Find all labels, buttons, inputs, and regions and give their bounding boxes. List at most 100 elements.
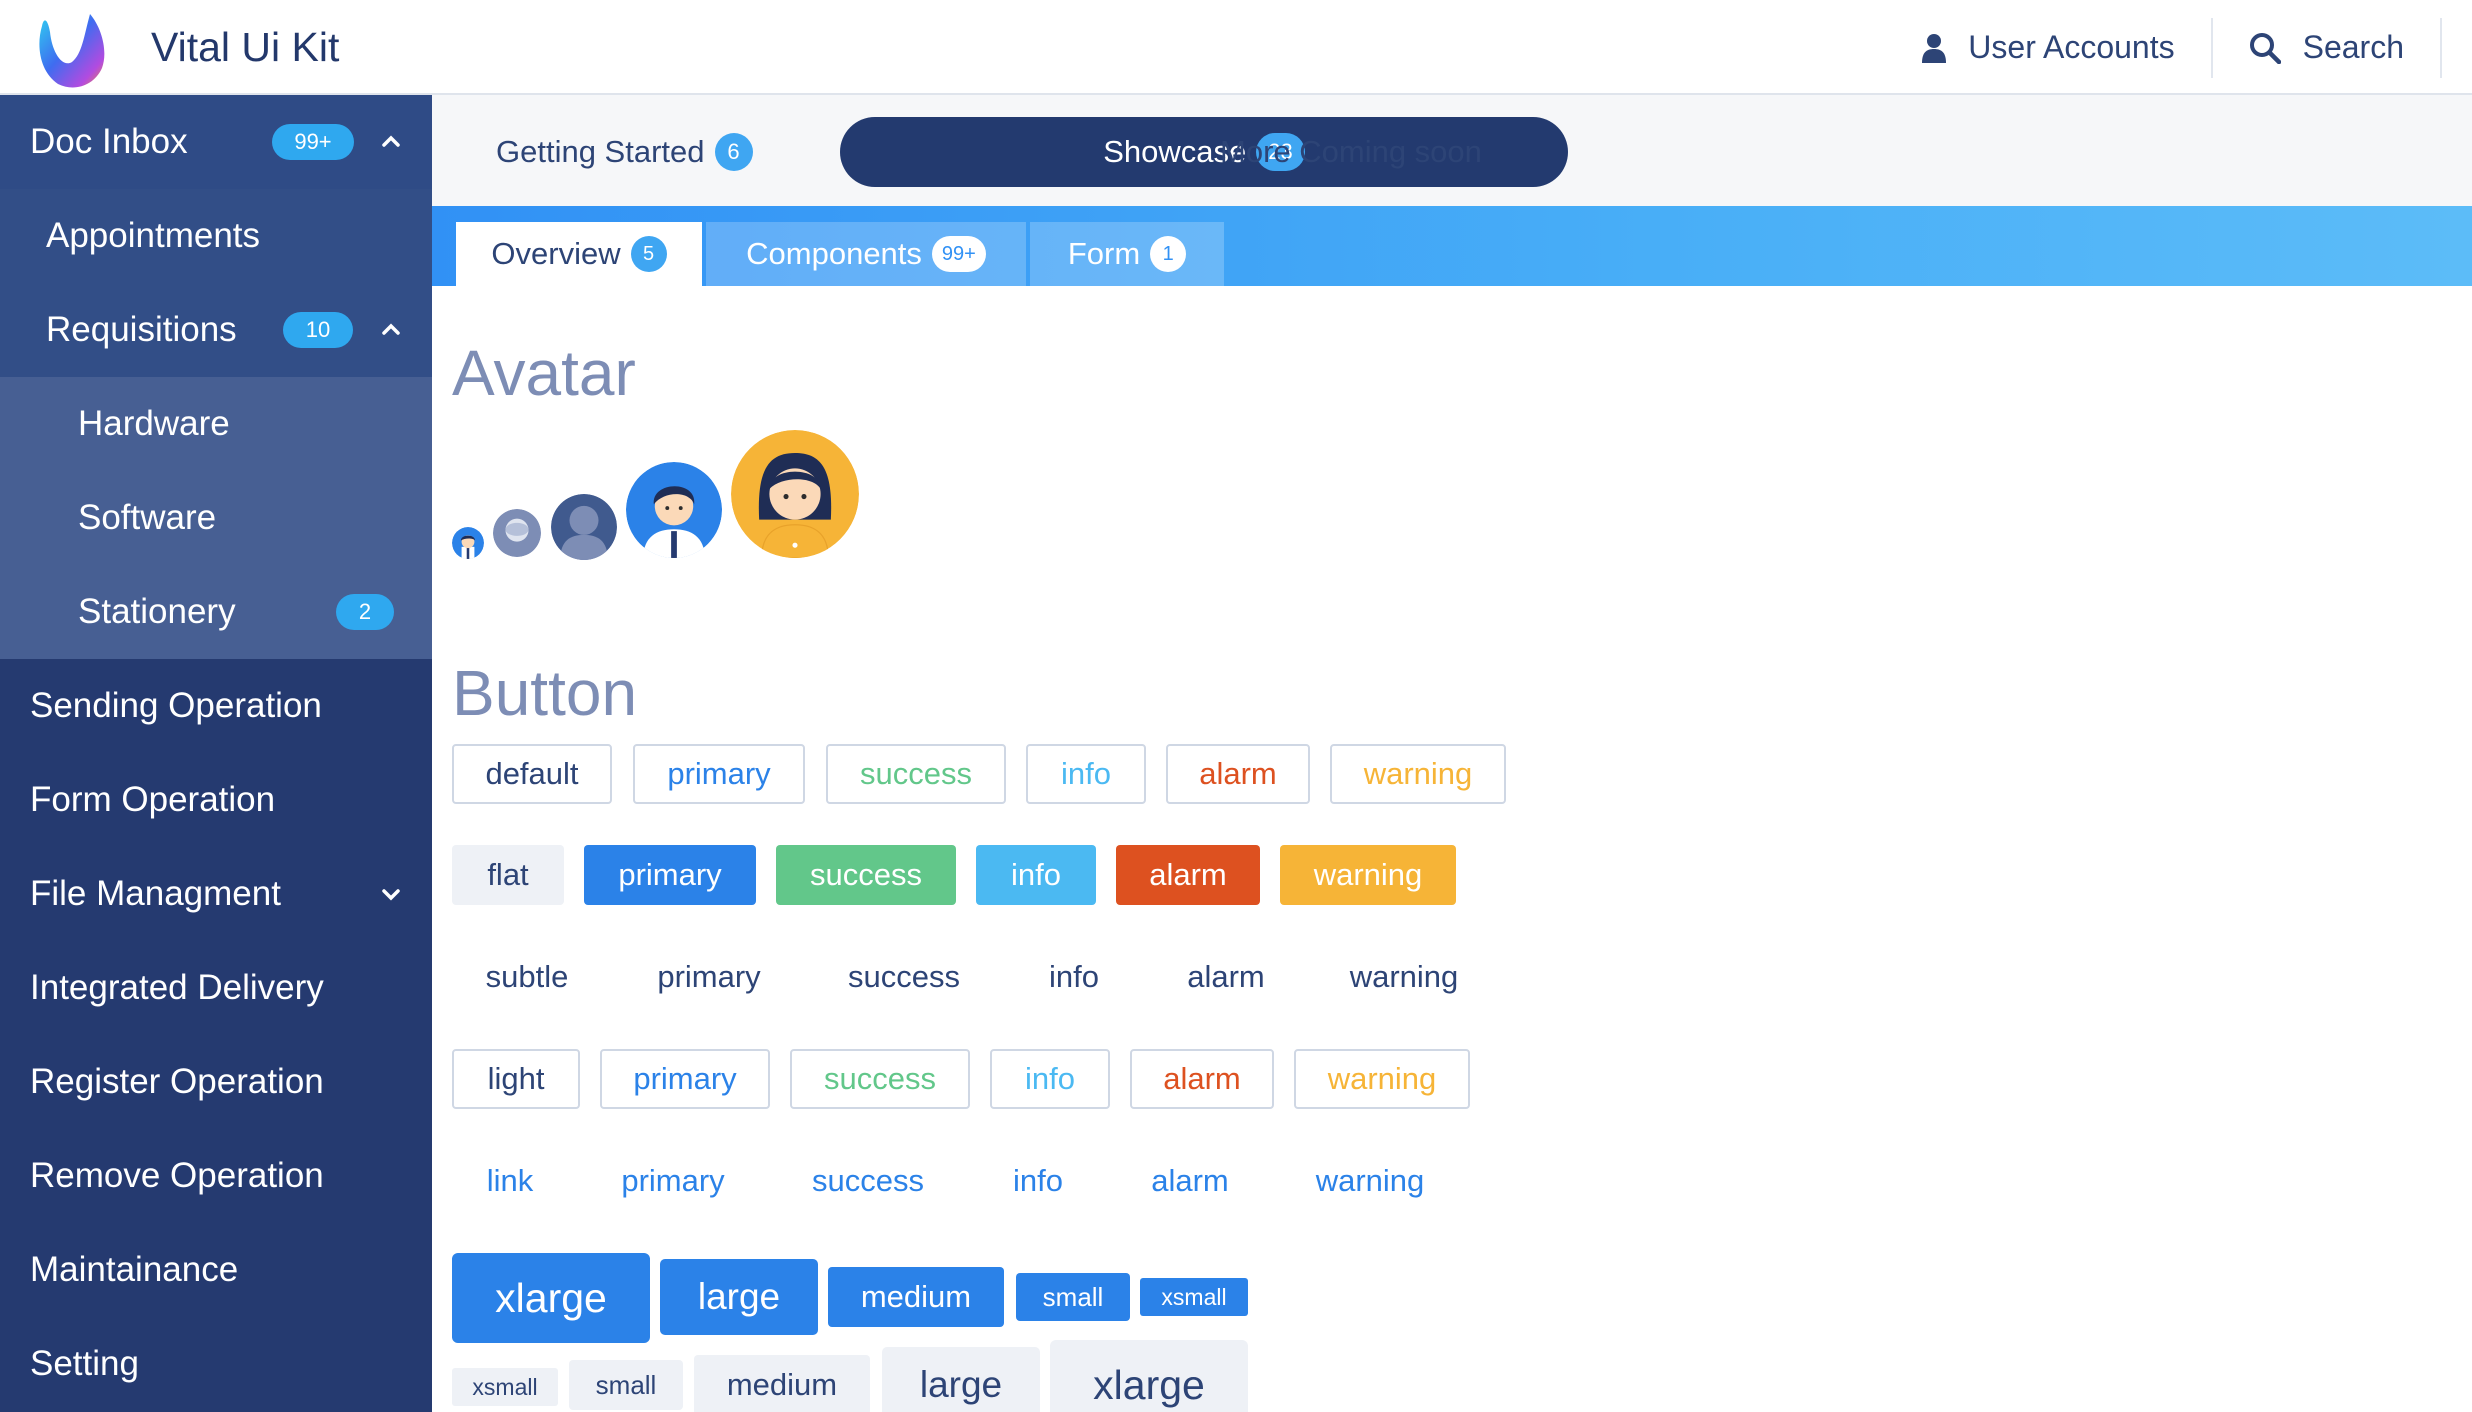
sidebar-item-label: Form Operation — [30, 780, 276, 819]
tab-more-coming-soon[interactable]: More Coming soon — [1220, 117, 1482, 187]
subtle-success-button[interactable]: success — [816, 947, 992, 1007]
flat-info-button[interactable]: info — [976, 845, 1096, 905]
flat-success-button[interactable]: success — [776, 845, 956, 905]
light-info-button[interactable]: info — [990, 1049, 1110, 1109]
tab-getting-started[interactable]: Getting Started 6 — [496, 117, 753, 187]
sidebar-item-label: Stationery — [78, 592, 236, 631]
avatar-medium — [551, 494, 617, 560]
subtab-form[interactable]: Form 1 — [1030, 222, 1224, 286]
link-info-button[interactable]: info — [978, 1151, 1098, 1211]
light-warning-button[interactable]: warning — [1294, 1049, 1470, 1109]
default-small-button[interactable]: small — [569, 1360, 683, 1410]
sub-tabs: Overview 5 Components 99+ Form 1 — [432, 206, 2472, 286]
user-accounts-label: User Accounts — [1968, 29, 2175, 65]
light-alarm-button[interactable]: alarm — [1130, 1049, 1274, 1109]
light-default-button[interactable]: light — [452, 1049, 580, 1109]
search-link[interactable]: Search — [2213, 18, 2440, 78]
sidebar-item-label: Software — [78, 498, 217, 537]
search-label: Search — [2302, 29, 2404, 65]
primary-small-button[interactable]: small — [1016, 1273, 1130, 1321]
search-icon — [2249, 32, 2281, 64]
top-right-actions: User Accounts Search — [1886, 0, 2472, 95]
chevron-up-icon[interactable] — [378, 317, 404, 343]
app-logo[interactable] — [32, 6, 108, 90]
flat-primary-button[interactable]: primary — [584, 845, 756, 905]
primary-xsmall-button[interactable]: xsmall — [1140, 1278, 1248, 1316]
link-warning-button[interactable]: warning — [1282, 1151, 1458, 1211]
app-title: Vital Ui Kit — [151, 24, 340, 70]
count-badge: 2 — [336, 594, 394, 630]
sidebar-item-label: Requisitions — [46, 310, 237, 349]
flat-warning-button[interactable]: warning — [1280, 845, 1456, 905]
sidebar-item-label: Doc Inbox — [30, 122, 188, 161]
sidebar-item-doc-inbox[interactable]: Doc Inbox 99+ — [0, 95, 432, 189]
sidebar-item-maintainance[interactable]: Maintainance — [0, 1223, 432, 1317]
flat-default-button[interactable]: flat — [452, 845, 564, 905]
outline-default-button[interactable]: default — [452, 744, 612, 804]
subtab-components[interactable]: Components 99+ — [706, 222, 1026, 286]
outline-info-button[interactable]: info — [1026, 744, 1146, 804]
chevron-up-icon[interactable] — [378, 129, 404, 155]
sidebar-item-label: File Managment — [30, 874, 281, 913]
count-badge: 10 — [283, 312, 353, 348]
outline-success-button[interactable]: success — [826, 744, 1006, 804]
sidebar-item-label: Maintainance — [30, 1250, 239, 1289]
light-success-button[interactable]: success — [790, 1049, 970, 1109]
sidebar-item-label: Sending Operation — [30, 686, 322, 725]
sidebar-item-stationery[interactable]: Stationery 2 — [0, 565, 432, 659]
sidebar-item-sending-operation[interactable]: Sending Operation — [0, 659, 432, 753]
subtab-overview[interactable]: Overview 5 — [456, 222, 702, 286]
sidebar-item-label: Appointments — [46, 216, 261, 255]
link-default-button[interactable]: link — [452, 1151, 568, 1211]
count-badge: 99+ — [272, 124, 354, 160]
link-alarm-button[interactable]: alarm — [1118, 1151, 1262, 1211]
subtle-alarm-button[interactable]: alarm — [1156, 947, 1296, 1007]
sidebar-item-software[interactable]: Software — [0, 471, 432, 565]
avatar-large — [626, 462, 722, 558]
sidebar-item-label: Hardware — [78, 404, 230, 443]
top-bar: Vital Ui Kit User Accounts Search — [0, 0, 2472, 95]
sidebar-item-label: Setting — [30, 1344, 139, 1383]
default-xlarge-button[interactable]: xlarge — [1050, 1340, 1248, 1412]
primary-large-button[interactable]: large — [660, 1259, 818, 1335]
sidebar-item-setting[interactable]: Setting — [0, 1317, 432, 1411]
light-primary-button[interactable]: primary — [600, 1049, 770, 1109]
sidebar-item-label: Remove Operation — [30, 1156, 324, 1195]
outline-alarm-button[interactable]: alarm — [1166, 744, 1310, 804]
user-accounts-link[interactable]: User Accounts — [1886, 18, 2210, 78]
avatar-xsmall — [452, 527, 484, 559]
flat-alarm-button[interactable]: alarm — [1116, 845, 1260, 905]
sidebar-item-form-operation[interactable]: Form Operation — [0, 753, 432, 847]
sidebar-item-register-operation[interactable]: Register Operation — [0, 1035, 432, 1129]
sidebar-item-file-managment[interactable]: File Managment — [0, 847, 432, 941]
section-title-avatar: Avatar — [452, 337, 636, 409]
sidebar-item-appointments[interactable]: Appointments — [0, 189, 432, 283]
outline-primary-button[interactable]: primary — [633, 744, 805, 804]
avatar-xlarge — [731, 430, 859, 558]
default-xsmall-button[interactable]: xsmall — [452, 1368, 558, 1406]
subtle-primary-button[interactable]: primary — [622, 947, 796, 1007]
section-title-button: Button — [452, 657, 638, 729]
default-medium-button[interactable]: medium — [694, 1355, 870, 1412]
subtle-default-button[interactable]: subtle — [452, 947, 602, 1007]
sidebar-item-remove-operation[interactable]: Remove Operation — [0, 1129, 432, 1223]
default-large-button[interactable]: large — [882, 1347, 1040, 1412]
subtle-info-button[interactable]: info — [1012, 947, 1136, 1007]
sidebar: Doc Inbox 99+ Appointments Requisitions … — [0, 95, 432, 1412]
subtle-warning-button[interactable]: warning — [1316, 947, 1492, 1007]
tab-label: More Coming soon — [1220, 134, 1482, 169]
outline-warning-button[interactable]: warning — [1330, 744, 1506, 804]
sidebar-item-requisitions[interactable]: Requisitions 10 — [0, 283, 432, 377]
chevron-down-icon[interactable] — [378, 881, 404, 907]
sidebar-item-integrated-delivery[interactable]: Integrated Delivery — [0, 941, 432, 1035]
tab-label: Getting Started — [496, 134, 705, 169]
count-badge: 5 — [630, 236, 667, 272]
primary-medium-button[interactable]: medium — [828, 1267, 1004, 1327]
tab-label: Components — [746, 236, 922, 271]
link-success-button[interactable]: success — [778, 1151, 958, 1211]
tab-label: Overview — [491, 236, 621, 271]
link-primary-button[interactable]: primary — [588, 1151, 758, 1211]
app-root: Vital Ui Kit User Accounts Search Doc In… — [0, 0, 2472, 1412]
primary-xlarge-button[interactable]: xlarge — [452, 1253, 650, 1343]
sidebar-item-hardware[interactable]: Hardware — [0, 377, 432, 471]
